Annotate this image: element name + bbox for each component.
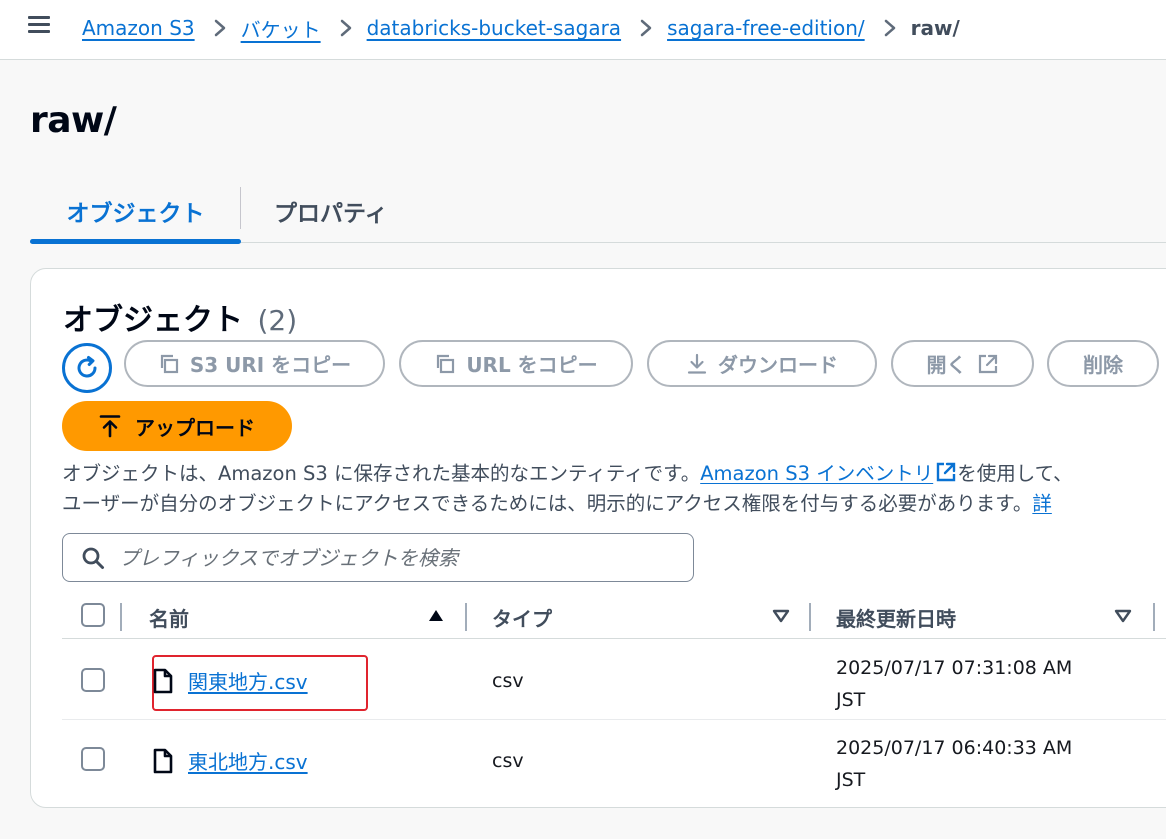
download-label: ダウンロード [718,353,838,377]
delete-button[interactable]: 削除 [1047,340,1159,387]
breadcrumb-folder[interactable]: sagara-free-edition/ [667,16,865,40]
column-divider[interactable] [1153,603,1155,631]
tab-divider [240,187,241,229]
row-checkbox[interactable] [81,668,105,692]
cell-name: 東北地方.csv [152,746,308,775]
download-button[interactable]: ダウンロード [647,340,877,387]
column-divider[interactable] [809,603,811,631]
copy-icon [160,354,178,373]
learn-more-link[interactable]: 詳 [1032,492,1052,515]
top-bar: Amazon S3 バケット databricks-bucket-sagara … [0,0,1166,60]
panel-title: オブジェクト (2) [63,295,297,339]
cell-name: 関東地方.csv [152,666,308,695]
refresh-button[interactable] [62,343,112,393]
table-row: 関東地方.csv csv 2025/07/17 07:31:08 AM JST [62,640,1166,720]
objects-description: オブジェクトは、Amazon S3 に保存された基本的なエンティティです。Ama… [62,459,1073,519]
sort-dropdown-icon[interactable] [772,608,790,624]
upload-button[interactable]: アップロード [62,401,292,451]
sort-dropdown-icon[interactable] [1114,608,1132,624]
search-icon [82,547,104,569]
chevron-right-icon [213,18,227,38]
copy-url-button[interactable]: URL をコピー [399,340,633,387]
breadcrumb: Amazon S3 バケット databricks-bucket-sagara … [82,14,960,42]
search-box [62,533,694,582]
select-all-checkbox[interactable] [81,603,105,627]
tab-properties[interactable]: プロパティ [274,180,388,242]
s3-inventory-link[interactable]: Amazon S3 インベントリ [700,462,957,485]
object-count: (2) [257,304,298,337]
breadcrumb-bucket[interactable]: databricks-bucket-sagara [367,16,621,40]
breadcrumb-buckets[interactable]: バケット [241,14,321,43]
breadcrumb-current: raw/ [910,16,960,40]
chevron-right-icon [883,18,897,38]
tab-bar: オブジェクト プロパティ [30,180,1166,244]
tab-objects[interactable]: オブジェクト [30,180,241,244]
timezone-text: JST [836,769,866,791]
sort-ascending-icon[interactable] [427,608,445,624]
file-icon [153,748,173,773]
cell-type: csv [492,750,524,772]
description-text-2: を使用して、 [957,462,1073,485]
file-icon [153,668,173,693]
description-text-3: ユーザーが自分のオブジェクトにアクセスできるためには、明示的にアクセス権限を付与… [62,492,1033,515]
column-header-name[interactable]: 名前 [149,603,189,632]
download-icon [687,353,707,374]
search-input[interactable] [119,545,693,570]
panel-title-text: オブジェクト [63,303,243,338]
copy-url-label: URL をコピー [466,353,598,377]
copy-s3-uri-button[interactable]: S3 URI をコピー [124,340,385,387]
chevron-right-icon [339,18,353,38]
column-divider[interactable] [465,603,467,631]
timezone-text: JST [836,689,866,711]
table-row: 東北地方.csv csv 2025/07/17 06:40:33 AM JST [62,720,1166,800]
copy-icon [437,354,455,373]
delete-label: 削除 [1083,353,1123,377]
objects-panel: オブジェクト (2) S3 URI をコピー URL をコピー ダウンロード 開… [30,268,1166,808]
cell-last-modified: 2025/07/17 06:40:33 AM JST [836,732,1116,796]
open-button[interactable]: 開く [891,340,1034,387]
open-label: 開く [926,353,967,377]
breadcrumb-amazon-s3[interactable]: Amazon S3 [82,16,195,40]
file-link[interactable]: 東北地方.csv [188,746,308,775]
column-divider [120,603,122,631]
refresh-icon [77,356,97,378]
copy-s3-uri-label: S3 URI をコピー [189,353,352,377]
date-text: 2025/07/17 07:31:08 AM [836,657,1073,679]
description-text-1: オブジェクトは、Amazon S3 に保存された基本的なエンティティです。 [62,462,701,485]
column-header-last-modified[interactable]: 最終更新日時 [836,603,956,632]
external-link-icon [978,354,997,373]
chevron-right-icon [639,18,653,38]
file-link[interactable]: 関東地方.csv [188,666,308,695]
upload-icon [99,415,121,438]
s3-inventory-link-label: Amazon S3 インベントリ [700,462,934,485]
row-checkbox[interactable] [81,747,105,771]
date-text: 2025/07/17 06:40:33 AM [836,737,1073,759]
cell-last-modified: 2025/07/17 07:31:08 AM JST [836,652,1116,716]
cell-type: csv [492,670,524,692]
external-link-icon [937,462,956,482]
column-header-type[interactable]: タイプ [492,603,552,632]
upload-label: アップロード [135,415,255,440]
hamburger-icon[interactable] [28,16,50,34]
page-title: raw/ [30,100,117,141]
table-header: 名前 タイプ 最終更新日時 [62,593,1166,639]
